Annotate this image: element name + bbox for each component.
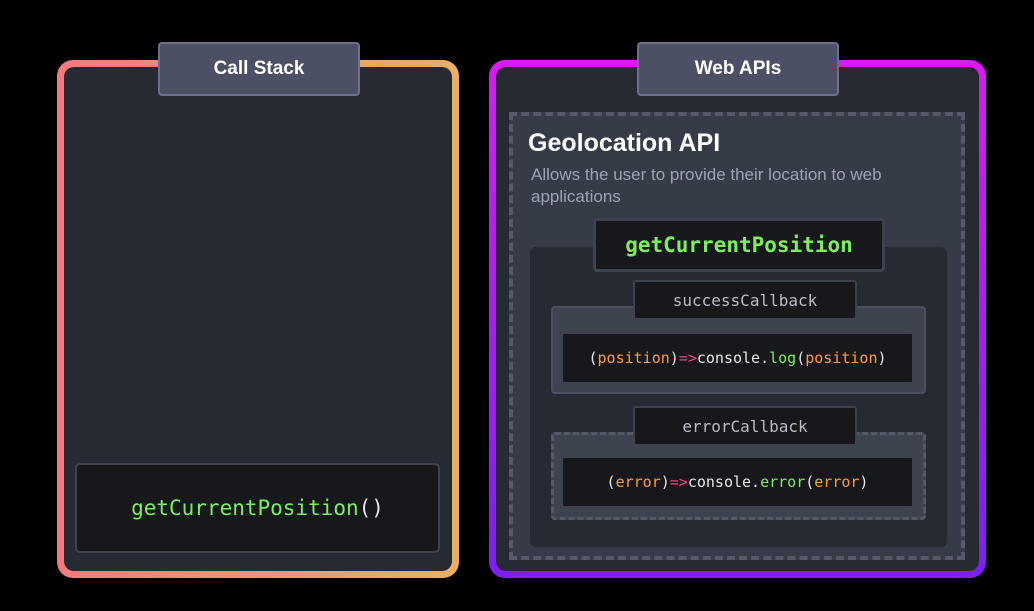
code-arg: error <box>814 473 860 491</box>
web-apis-title: Web APIs <box>637 42 839 96</box>
code-token: ( <box>606 473 616 491</box>
code-arrow: => <box>669 473 688 491</box>
geolocation-api-description: Allows the user to provide their locatio… <box>531 165 882 205</box>
success-callback-code: (position) => console. log(position) <box>561 332 914 384</box>
error-callback-label: errorCallback <box>633 406 857 446</box>
stack-frame-parens: () <box>358 496 384 520</box>
code-method: log <box>769 349 797 367</box>
code-arrow: => <box>678 349 697 367</box>
code-token: ( <box>588 349 598 367</box>
call-stack-title: Call Stack <box>158 42 360 96</box>
code-token: ) <box>660 473 670 491</box>
code-param: position <box>597 349 670 367</box>
code-object: console <box>696 349 761 367</box>
code-object: console <box>687 473 752 491</box>
code-param: error <box>615 473 661 491</box>
success-callback-label: successCallback <box>633 280 857 320</box>
getcurrentposition-label: getCurrentPosition <box>593 218 885 272</box>
stack-frame-function: getCurrentPosition <box>131 496 359 520</box>
code-token: ) <box>669 349 679 367</box>
code-token: . <box>760 349 770 367</box>
code-token: ) <box>859 473 869 491</box>
code-token: ) <box>877 349 887 367</box>
code-token: ( <box>796 349 806 367</box>
code-token: ( <box>805 473 815 491</box>
geolocation-api-title: Geolocation API <box>528 129 721 157</box>
code-method: error <box>760 473 806 491</box>
code-token: . <box>751 473 761 491</box>
error-callback-code: (error) => console. error(error) <box>561 456 914 508</box>
code-arg: position <box>805 349 878 367</box>
stack-frame-getcurrentposition: getCurrentPosition() <box>75 463 440 553</box>
